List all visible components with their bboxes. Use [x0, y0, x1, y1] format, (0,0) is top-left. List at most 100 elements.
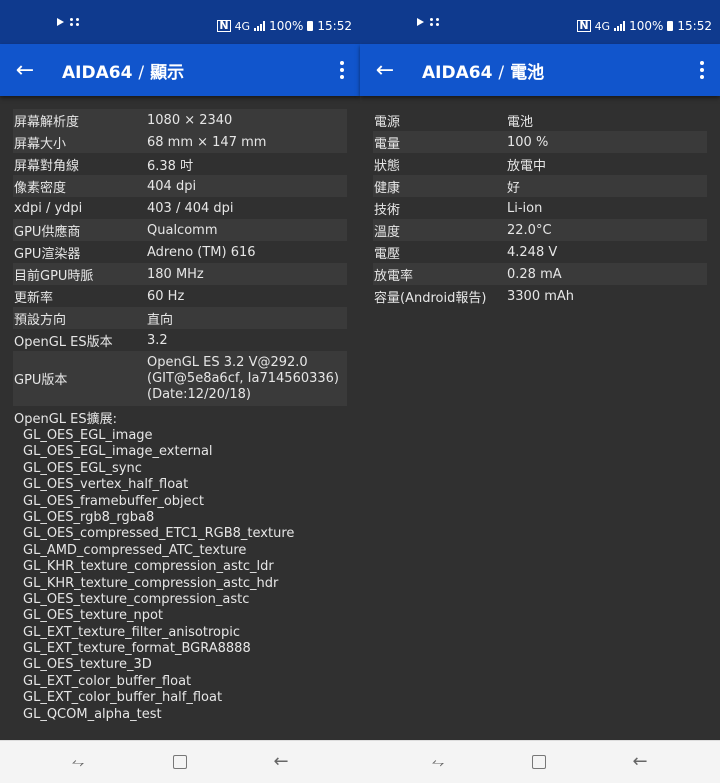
info-key: 預設方向 [14, 312, 67, 328]
extension-item: GL_EXT_texture_format_BGRA8888 [23, 641, 251, 657]
app-notification-icon [70, 18, 80, 26]
home-icon[interactable] [168, 751, 192, 773]
info-row: 屏幕大小 68 mm × 147 mm [13, 131, 347, 153]
overflow-menu-button[interactable] [692, 58, 712, 82]
info-value: 放電中 [507, 158, 547, 174]
extension-item: GL_EXT_color_buffer_float [23, 673, 192, 689]
page-title: AIDA64/顯示 [62, 58, 184, 83]
extension-item: GL_OES_compressed_ETC1_RGB8_texture [23, 526, 295, 542]
recents-icon[interactable]: ⥊ [66, 751, 90, 773]
gpu-version-line: (GIT@5e8a6cf, Ia714560336) [147, 370, 339, 386]
battery-percent: 100% [629, 19, 664, 33]
info-key: 像素密度 [14, 180, 67, 196]
app-name: AIDA64 [422, 62, 493, 83]
extension-item: GL_OES_texture_compression_astc [23, 591, 250, 607]
extension-item: GL_OES_texture_npot [23, 608, 164, 624]
app-bar: ← AIDA64/電池 [360, 44, 720, 96]
extension-item: GL_OES_vertex_half_float [23, 477, 189, 493]
info-row: 目前GPU時脈 180 MHz [13, 263, 347, 285]
page-title: AIDA64/電池 [422, 58, 544, 83]
play-store-icon [417, 18, 424, 26]
info-value: 403 / 404 dpi [147, 200, 234, 216]
info-row: 屏幕對角線 6.38 吋 [13, 153, 347, 175]
play-store-icon [57, 18, 64, 26]
info-value: 180 MHz [147, 266, 204, 282]
info-key: 屏幕大小 [14, 136, 67, 152]
extensions-list: GL_OES_EGL_image GL_OES_EGL_image_externa… [23, 428, 360, 723]
nfc-icon: N [217, 19, 231, 32]
battery-percent: 100% [269, 19, 304, 33]
gpu-version-row: GPU版本 OpenGL ES 3.2 V@292.0 (GIT@5e8a6cf… [13, 351, 347, 406]
home-icon[interactable] [527, 751, 551, 773]
extension-item: GL_OES_EGL_image_external [23, 444, 213, 460]
network-type: 4G [594, 19, 611, 33]
info-value: Adreno (TM) 616 [147, 244, 256, 260]
app-notification-icon [430, 18, 440, 26]
extension-item: GL_OES_EGL_image [23, 428, 153, 443]
info-row: GPU渲染器 Adreno (TM) 616 [13, 241, 347, 263]
nav-back-icon[interactable]: ← [628, 751, 652, 773]
info-value: OpenGL ES 3.2 V@292.0 (GIT@5e8a6cf, Ia71… [147, 355, 347, 403]
info-row: 電壓 4.248 V [373, 241, 707, 263]
info-value: 3.2 [147, 332, 168, 348]
title-separator: / [138, 62, 145, 83]
info-row: OpenGL ES版本 3.2 [13, 329, 347, 351]
recents-icon[interactable]: ⥊ [426, 751, 450, 773]
extension-item: GL_OES_texture_3D [23, 657, 152, 673]
info-value: Qualcomm [147, 222, 218, 238]
app-name: AIDA64 [62, 62, 133, 83]
info-row: 屏幕解析度 1080 × 2340 [13, 109, 347, 131]
notification-icons [417, 18, 440, 26]
signal-icon [254, 21, 266, 31]
info-row: 健康 好 [373, 175, 707, 197]
section-name: 顯示 [150, 62, 185, 83]
back-arrow-icon: ← [15, 57, 35, 83]
info-value: 1080 × 2340 [147, 112, 233, 128]
info-value: 直向 [147, 312, 174, 328]
display-info-list: 屏幕解析度 1080 × 2340 屏幕大小 68 mm × 147 mm 屏幕對角… [0, 96, 360, 723]
info-row: 預設方向 直向 [13, 307, 347, 329]
signal-icon [614, 21, 626, 31]
info-value: 22.0°C [507, 222, 552, 238]
gpu-version-line: OpenGL ES 3.2 V@292.0 [147, 354, 308, 370]
info-key: 放電率 [374, 268, 414, 284]
info-key: 狀態 [374, 158, 401, 174]
info-row: 狀態 放電中 [373, 153, 707, 175]
extension-item: GL_EXT_texture_filter_anisotropic [23, 624, 241, 640]
extension-item: GL_KHR_texture_compression_astc_hdr [23, 575, 279, 591]
extensions-title: OpenGL ES擴展: [14, 412, 118, 427]
info-key: 電量 [374, 136, 401, 152]
extension-item: GL_QCOM_alpha_test [23, 706, 162, 722]
extension-item: GL_OES_rgb8_rgba8 [23, 509, 155, 525]
overflow-menu-button[interactable] [332, 58, 352, 82]
extension-item: GL_OES_EGL_sync [23, 460, 142, 476]
extension-item: GL_AMD_compressed_ATC_texture [23, 542, 247, 558]
info-key: 容量(Android報告) [374, 290, 487, 306]
info-row: 更新率 60 Hz [13, 285, 347, 307]
back-button[interactable]: ← [0, 44, 50, 96]
clock: 15:52 [317, 19, 352, 33]
info-value: 404 dpi [147, 178, 197, 194]
info-key: OpenGL ES版本 [14, 334, 113, 350]
system-status: N 4G 100% 15:52 [217, 19, 352, 33]
nav-back-icon[interactable]: ← [269, 751, 293, 773]
clock: 15:52 [677, 19, 712, 33]
info-row: 電量 100 % [373, 131, 707, 153]
info-key: 電壓 [374, 246, 401, 262]
gpu-version-line: (Date:12/20/18) [147, 386, 251, 402]
extension-item: GL_OES_framebuffer_object [23, 493, 204, 509]
status-bar: N 4G 100% 15:52 [0, 0, 360, 44]
display-screen: N 4G 100% 15:52 ← AIDA64/顯示 屏幕解析度 1080 × … [0, 0, 360, 740]
extension-item: GL_KHR_texture_compression_astc_ldr [23, 559, 274, 575]
info-value: 4.248 V [507, 244, 558, 260]
battery-info-list: 電源 電池 電量 100 % 狀態 放電中 健康 好 技術 Li-ion 溫度 22.0°C… [360, 96, 720, 307]
info-key: 屏幕解析度 [14, 114, 80, 130]
battery-icon [307, 21, 314, 31]
info-value: 好 [507, 180, 521, 196]
back-button[interactable]: ← [360, 44, 410, 96]
info-value: 0.28 mA [507, 266, 562, 282]
section-name: 電池 [510, 62, 545, 83]
info-row: 技術 Li-ion [373, 197, 707, 219]
info-row: 電源 電池 [373, 109, 707, 131]
title-separator: / [498, 62, 505, 83]
